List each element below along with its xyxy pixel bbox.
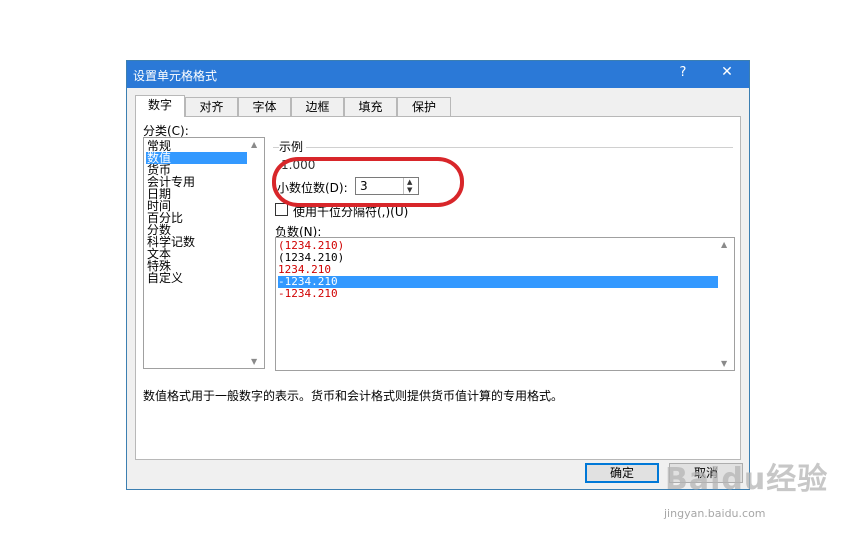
decimal-places-label: 小数位数(D): bbox=[277, 181, 348, 195]
category-listbox[interactable]: 常规 数值 货币 会计专用 日期 时间 百分比 分数 科学记数 文本 特殊 自定… bbox=[143, 137, 265, 369]
tab-font[interactable]: 字体 bbox=[238, 97, 291, 116]
scroll-up-icon[interactable]: ▲ bbox=[721, 240, 727, 249]
spin-down-icon[interactable]: ▼ bbox=[407, 186, 412, 194]
thousands-separator-checkbox[interactable] bbox=[275, 203, 288, 216]
watermark-url: jingyan.baidu.com bbox=[664, 507, 766, 520]
dialog-title: 设置单元格格式 bbox=[133, 69, 218, 83]
decimal-places-value[interactable]: 3 bbox=[360, 179, 368, 193]
scroll-up-icon[interactable]: ▲ bbox=[251, 140, 257, 149]
tab-border[interactable]: 边框 bbox=[291, 97, 344, 116]
thousands-separator-label: 使用千位分隔符(,)(U) bbox=[293, 205, 409, 219]
negative-option[interactable]: (1234.210) bbox=[278, 252, 718, 264]
tab-number[interactable]: 数字 bbox=[135, 95, 185, 117]
tab-protection[interactable]: 保护 bbox=[397, 97, 451, 116]
format-cells-dialog: 设置单元格格式 ? ✕ 数字 对齐 字体 边框 填充 保护 分类(C): 常规 … bbox=[126, 60, 750, 490]
category-item-custom[interactable]: 自定义 bbox=[146, 272, 247, 284]
example-value: 1.000 bbox=[281, 158, 316, 172]
help-button[interactable]: ? bbox=[675, 65, 691, 80]
example-group: 示例 1.000 bbox=[273, 138, 733, 176]
ok-button[interactable]: 确定 bbox=[585, 463, 659, 483]
negative-option[interactable]: 1234.210 bbox=[278, 264, 718, 276]
negative-scrollbar[interactable]: ▲ ▼ bbox=[718, 238, 734, 370]
scroll-down-icon[interactable]: ▼ bbox=[721, 359, 727, 368]
close-button[interactable]: ✕ bbox=[719, 64, 735, 80]
negative-option[interactable]: (1234.210) bbox=[278, 240, 718, 252]
tab-fill[interactable]: 填充 bbox=[344, 97, 397, 116]
negative-numbers-listbox[interactable]: (1234.210) (1234.210) 1234.210 -1234.210… bbox=[275, 237, 735, 371]
decimal-places-spinner[interactable]: 3 ▲ ▼ bbox=[355, 177, 419, 195]
example-label: 示例 bbox=[279, 138, 307, 155]
scroll-down-icon[interactable]: ▼ bbox=[251, 357, 257, 366]
spinner-buttons[interactable]: ▲ ▼ bbox=[403, 178, 418, 194]
format-description: 数值格式用于一般数字的表示。货币和会计格式则提供货币值计算的专用格式。 bbox=[143, 389, 564, 403]
spin-up-icon[interactable]: ▲ bbox=[407, 178, 412, 186]
negative-option[interactable]: -1234.210 bbox=[278, 288, 718, 300]
tab-alignment[interactable]: 对齐 bbox=[185, 97, 238, 116]
category-scrollbar[interactable]: ▲ ▼ bbox=[248, 138, 264, 368]
negative-option-selected[interactable]: -1234.210 bbox=[278, 276, 718, 288]
title-bar[interactable]: 设置单元格格式 ? ✕ bbox=[127, 61, 749, 88]
watermark-logo: Baidu经验 bbox=[665, 462, 829, 497]
